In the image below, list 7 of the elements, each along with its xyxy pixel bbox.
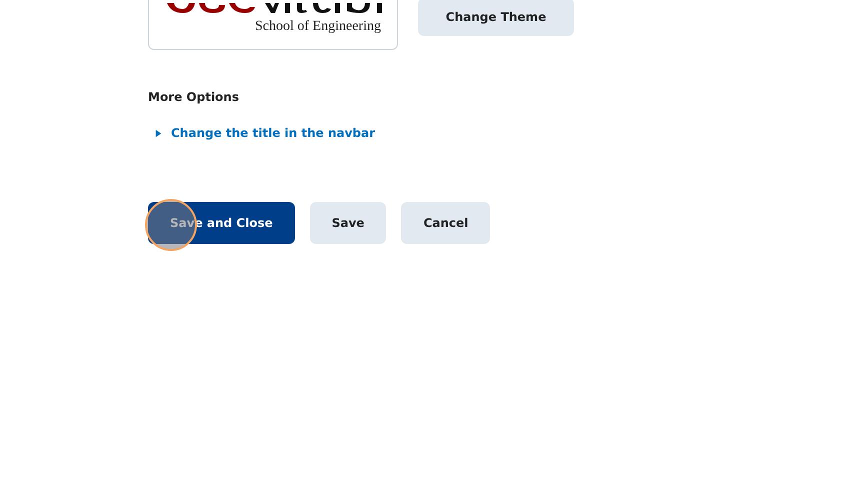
save-button[interactable]: Save — [310, 202, 386, 244]
disclosure-link[interactable]: Change the title in the navbar — [148, 126, 376, 140]
logo-subtitle: School of Engineering — [255, 19, 381, 35]
caret-icon — [154, 128, 163, 138]
cancel-button[interactable]: Cancel — [401, 202, 490, 244]
change-theme-button[interactable]: Change Theme — [418, 0, 574, 36]
section-heading: More Options — [148, 90, 240, 104]
